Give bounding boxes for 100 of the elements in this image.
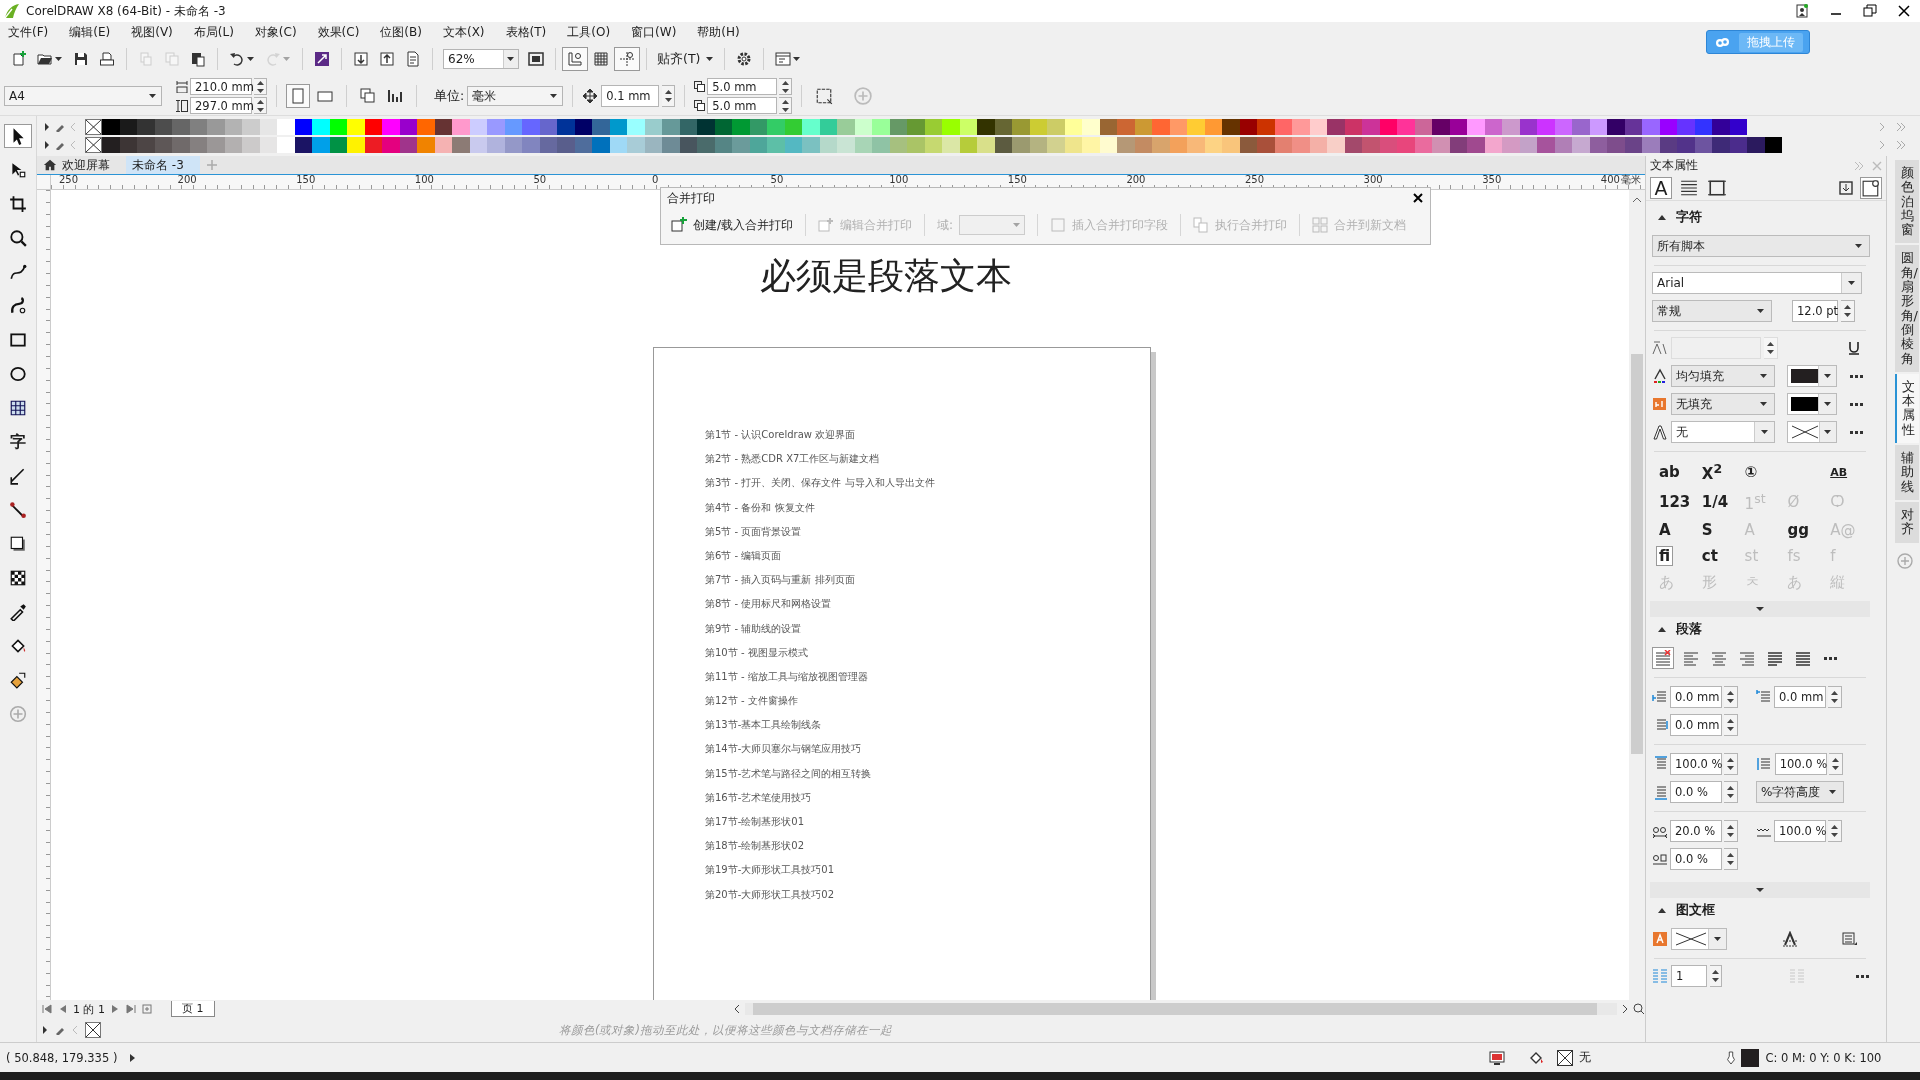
- side-tab[interactable]: 文本属性: [1895, 373, 1919, 444]
- opentype-button[interactable]: ab: [1656, 462, 1683, 482]
- unit-label: 单位:: [434, 87, 465, 105]
- text-line: 第19节-大师形状工具技巧01: [705, 863, 836, 878]
- ruler-label: 150: [296, 174, 316, 185]
- fill-type-dropdown[interactable]: 均匀填充: [1671, 365, 1775, 387]
- text-line: 第13节-基本工具绘制线条: [705, 718, 823, 733]
- right-indent-field[interactable]: 0.0 mm: [1670, 714, 1722, 736]
- spacing-unit-dropdown[interactable]: %字符高度: [1756, 781, 1844, 803]
- side-tab[interactable]: 辅助线: [1895, 445, 1919, 500]
- docker-title: 文本属性: [1650, 157, 1698, 174]
- language-spacing-field[interactable]: 0.0 %: [1670, 848, 1722, 870]
- before-spacing-field[interactable]: 100.0 %: [1670, 753, 1722, 775]
- font-style-dropdown[interactable]: 常规: [1652, 300, 1772, 322]
- opentype-button[interactable]: 123: [1656, 492, 1694, 512]
- text-line: 第18节-绘制基形状02: [705, 839, 806, 854]
- text-line: 第9节 - 辅助线的设置: [705, 621, 803, 636]
- menu-item[interactable]: 文件(F): [8, 23, 58, 41]
- script-dropdown[interactable]: 所有脚本: [1652, 235, 1870, 257]
- side-tab[interactable]: 对齐: [1895, 501, 1919, 543]
- menu-item[interactable]: 效果(C): [317, 23, 369, 41]
- opentype-button[interactable]: ①: [1741, 462, 1761, 482]
- page-counter: 1 的 1: [73, 1001, 105, 1017]
- menu-item[interactable]: 视图(V): [131, 23, 182, 41]
- field-label: 域:: [937, 216, 955, 234]
- text-line: 第16节-艺术笔使用技巧: [705, 790, 813, 805]
- opentype-button[interactable]: ct: [1698, 546, 1721, 566]
- text-line: 第14节-大师贝塞尔与钢笔应用技巧: [705, 742, 863, 757]
- text-line: 第4节 - 备份和 恢复文件: [705, 500, 816, 515]
- text-line: 第3节 - 打开、关闭、保存文件 与导入和人导出文件: [705, 476, 936, 491]
- document-tab[interactable]: 未命名 -3: [126, 156, 200, 174]
- opentype-button[interactable]: gg: [1784, 520, 1812, 540]
- ruler-label: 50: [533, 174, 547, 185]
- nudge-field[interactable]: 0.1 mm: [601, 85, 660, 107]
- snap-menu-button[interactable]: 贴齐(T): [653, 50, 719, 68]
- page-size-field[interactable]: A4: [4, 86, 162, 106]
- text-line: 第12节 - 文件窗操作: [705, 694, 799, 709]
- character-tab[interactable]: A: [1650, 176, 1672, 199]
- menu-item[interactable]: 帮助(H): [697, 23, 749, 41]
- ruler-label: 400: [1600, 174, 1620, 185]
- text-line: 第11节 - 缩放工具与缩放视图管理器: [705, 669, 869, 684]
- menu-item[interactable]: 对象(C): [254, 23, 306, 41]
- text-tool-button[interactable]: 字: [4, 430, 32, 454]
- opentype-button[interactable]: 1/4: [1698, 492, 1732, 512]
- ruler-label: 0: [652, 174, 659, 185]
- opentype-button[interactable]: AB: [1827, 464, 1851, 480]
- opentype-button[interactable]: A: [1656, 520, 1674, 540]
- text-line: 第7节 - 插入页码与重新 排列页面: [705, 573, 856, 588]
- ruler-label: 250: [1245, 174, 1265, 185]
- ruler-label: 250: [59, 174, 79, 185]
- window-title: CorelDRAW X8 (64-Bit) - 未命名 -3: [26, 2, 226, 20]
- menu-item[interactable]: 布局(L): [193, 23, 243, 41]
- menu-item[interactable]: 表格(T): [505, 23, 556, 41]
- text-line: 第2节 - 熟悉CDR X7工作区与新建文档: [705, 452, 881, 467]
- ruler-label: 300: [1363, 174, 1383, 185]
- side-tab[interactable]: 圆角/扇形角/倒棱角: [1895, 245, 1919, 372]
- duplicate-x-field[interactable]: 5.0 mm: [707, 78, 778, 95]
- menu-item[interactable]: 工具(O): [567, 23, 620, 41]
- text-line: 第1节 - 认识Coreldraw 欢迎界面: [705, 428, 857, 442]
- width-field[interactable]: 210.0 mm: [190, 78, 252, 95]
- merge-toolbar-button[interactable]: 创建/载入合并打印: [671, 216, 806, 234]
- background-fill-dropdown[interactable]: 无填充: [1671, 393, 1775, 415]
- menu-item[interactable]: 文本(X): [442, 23, 494, 41]
- ruler-label: 200: [177, 174, 197, 185]
- page-tab[interactable]: 页 1: [171, 1001, 215, 1017]
- height-field[interactable]: 297.0 mm: [190, 97, 252, 114]
- duplicate-y-field[interactable]: 5.0 mm: [707, 97, 778, 114]
- font-dropdown[interactable]: Arial: [1652, 272, 1862, 294]
- text-line: 第8节 - 使用标尺和网格设置: [705, 597, 833, 612]
- heading-text: 必须是段落文本: [760, 254, 1012, 298]
- zoom-level-field[interactable]: 62%: [443, 49, 519, 69]
- text-line: 第5节 - 页面背景设置: [705, 524, 803, 539]
- font-size-field[interactable]: 12.0 pt: [1792, 300, 1838, 322]
- ruler-label: 100: [889, 174, 909, 185]
- ruler-label: 100: [414, 174, 434, 185]
- palette-hint: 将颜色(或对象)拖动至此处，以便将这些颜色与文档存储在一起: [559, 1022, 892, 1038]
- section-title: 字符: [1676, 208, 1702, 226]
- opentype-button[interactable]: S: [1698, 520, 1716, 540]
- word-spacing-field[interactable]: 100.0 %: [1774, 820, 1826, 842]
- first-line-indent-field[interactable]: 0.0 mm: [1774, 686, 1826, 708]
- text-line: 第20节-大师形状工具技巧02: [705, 887, 836, 902]
- line-spacing-field[interactable]: 100.0 %: [1774, 753, 1827, 775]
- menu-item[interactable]: 窗口(W): [631, 23, 686, 41]
- opentype-button[interactable]: ﬁ: [1656, 546, 1674, 566]
- outline-status: C: 0 M: 0 Y: 0 K: 100: [1765, 1050, 1882, 1065]
- unit-field[interactable]: 毫米: [467, 86, 564, 106]
- menu-item[interactable]: 编辑(E): [69, 23, 120, 41]
- left-indent-field[interactable]: 0.0 mm: [1670, 686, 1722, 708]
- text-line: 第10节 - 视图显示模式: [705, 645, 809, 660]
- text-line: 第6节 - 编辑页面: [705, 548, 783, 563]
- after-spacing-field[interactable]: 0.0 %: [1670, 781, 1722, 803]
- ruler-label: 350: [1482, 174, 1502, 185]
- menu-item[interactable]: 位图(B): [380, 23, 431, 41]
- ruler-label: 50: [770, 174, 784, 185]
- side-tab[interactable]: 颜色泊坞窗: [1895, 160, 1919, 244]
- character-spacing-field[interactable]: 20.0 %: [1670, 820, 1722, 842]
- section-title: 段落: [1676, 620, 1702, 638]
- opentype-button[interactable]: X$^{2}$: [1698, 460, 1726, 484]
- columns-field[interactable]: 1: [1671, 965, 1707, 987]
- outline-dropdown[interactable]: 无: [1671, 421, 1775, 443]
